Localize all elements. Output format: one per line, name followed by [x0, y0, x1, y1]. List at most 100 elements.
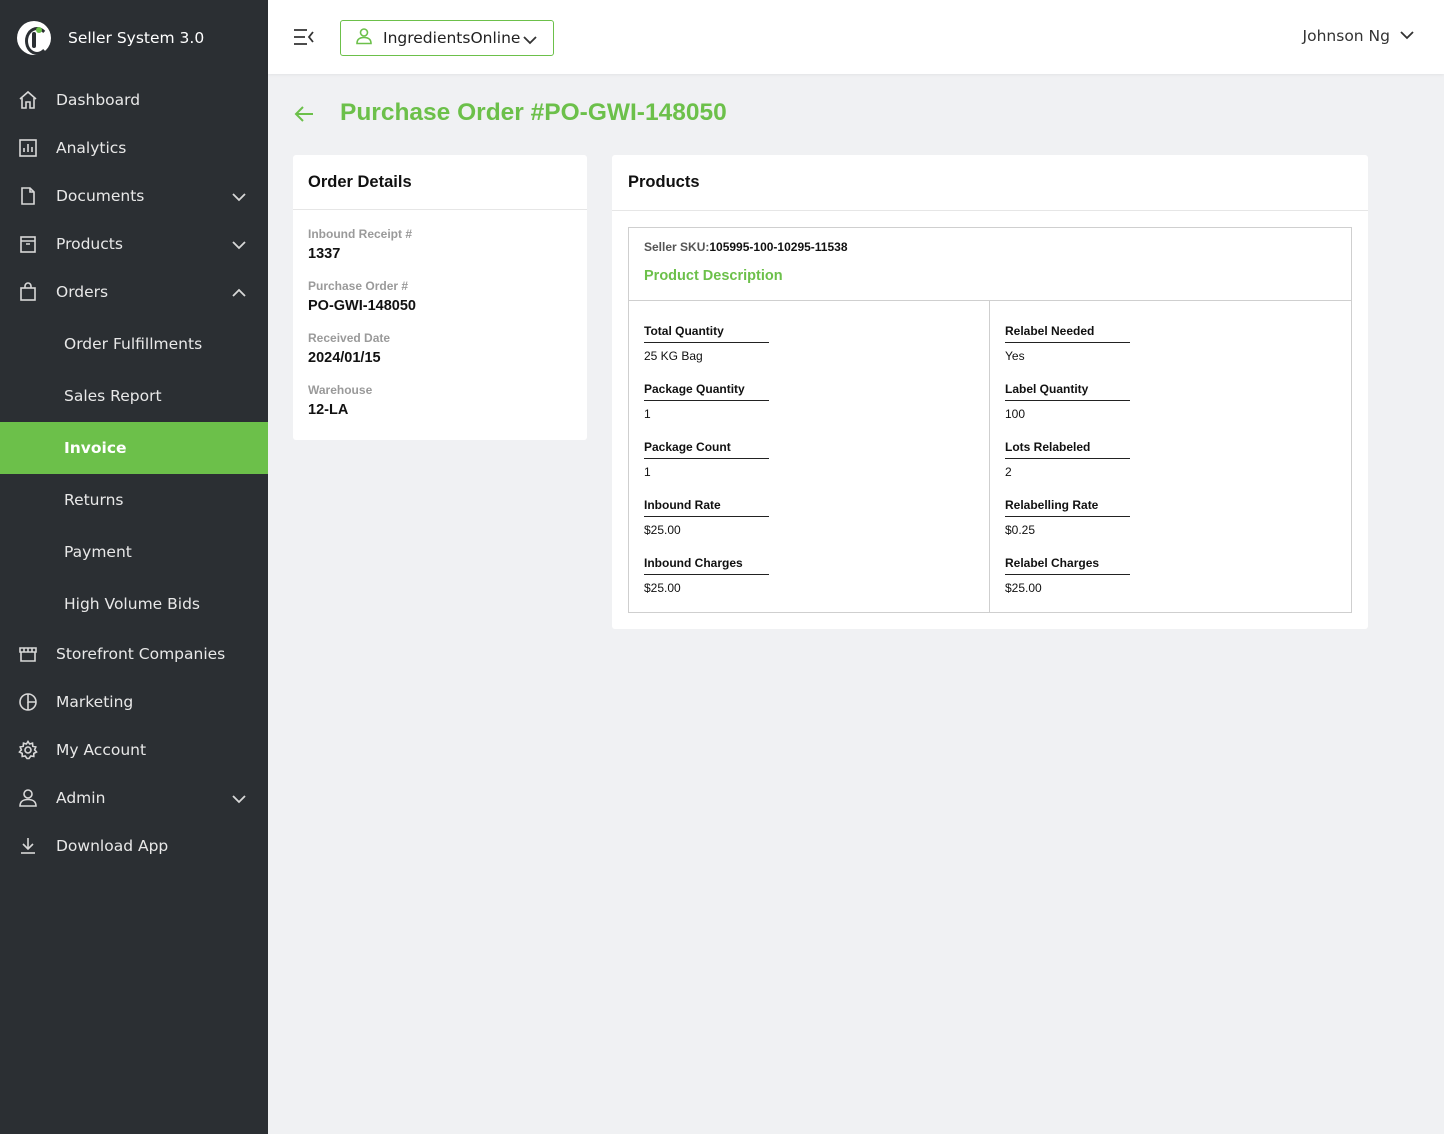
sidebar-item-analytics[interactable]: Analytics [0, 124, 268, 172]
field-label: Received Date [308, 331, 391, 345]
field-value: 12-LA [308, 402, 349, 418]
sidebar-item-label: Payment [64, 543, 132, 561]
sidebar-item-storefront-companies[interactable]: Storefront Companies [0, 630, 268, 678]
sidebar-item-returns[interactable]: Returns [0, 474, 268, 526]
field-value: 25 KG Bag [644, 349, 703, 363]
card-header: Order Details [293, 155, 587, 210]
order-field-inbound-receipt: Inbound Receipt # 1337 [293, 227, 587, 262]
sidebar-item-label: Marketing [56, 693, 134, 711]
chevron-down-icon [232, 237, 246, 255]
card-header: Products [612, 155, 1368, 211]
field-label: Inbound Receipt # [308, 227, 413, 241]
gear-icon [17, 739, 39, 761]
sidebar-item-order-fulfillments[interactable]: Order Fulfillments [0, 318, 268, 370]
field-value: 100 [1005, 407, 1026, 421]
product-field: Package Quantity 1 [644, 380, 989, 438]
product-field: Package Count 1 [644, 438, 989, 496]
sidebar-item-label: Documents [56, 187, 145, 205]
field-label: Inbound Charges [644, 556, 769, 575]
user-name: Johnson Ng [1302, 27, 1390, 45]
order-field-warehouse: Warehouse 12-LA [293, 383, 587, 418]
sidebar-item-documents[interactable]: Documents [0, 172, 268, 220]
field-value: $0.25 [1005, 523, 1036, 537]
sidebar-item-high-volume-bids[interactable]: High Volume Bids [0, 578, 268, 630]
field-label: Relabelling Rate [1005, 498, 1130, 517]
home-icon [17, 89, 39, 111]
bag-icon [17, 281, 39, 303]
product-field: Label Quantity 100 [1005, 380, 1351, 438]
menu-collapse-icon[interactable] [293, 28, 315, 46]
user-icon [17, 787, 39, 809]
product-field: Inbound Charges $25.00 [644, 554, 989, 612]
sidebar-item-admin[interactable]: Admin [0, 774, 268, 822]
box-icon [17, 233, 39, 255]
field-value: 2 [1005, 465, 1012, 479]
sidebar-item-sales-report[interactable]: Sales Report [0, 370, 268, 422]
sidebar-item-label: Order Fulfillments [64, 335, 203, 353]
chevron-up-icon [232, 285, 246, 303]
field-label: Relabel Needed [1005, 324, 1130, 343]
product-fields-right: Relabel Needed Yes Label Quantity 100 Lo… [990, 301, 1351, 612]
product-field: Lots Relabeled 2 [1005, 438, 1351, 496]
sidebar-item-invoice[interactable]: Invoice [0, 422, 268, 474]
sidebar-item-label: Storefront Companies [56, 645, 226, 663]
chevron-down-icon [232, 791, 246, 809]
field-value: 1337 [308, 246, 341, 262]
field-value: PO-GWI-148050 [308, 298, 416, 314]
field-value: $25.00 [1005, 581, 1042, 595]
sku-label: Seller SKU: [644, 240, 710, 254]
sidebar-item-my-account[interactable]: My Account [0, 726, 268, 774]
order-details-card: Order Details Inbound Receipt # 1337 Pur… [293, 155, 587, 440]
chevron-down-icon [232, 189, 246, 207]
product-field: Relabel Charges $25.00 [1005, 554, 1351, 612]
field-label: Purchase Order # [308, 279, 409, 293]
seller-sku: Seller SKU:105995-100-10295-11538 [644, 240, 1351, 254]
top-bar: IngredientsOnline Johnson Ng [268, 0, 1444, 74]
sidebar-item-label: Download App [56, 837, 169, 855]
sidebar-item-dashboard[interactable]: Dashboard [0, 76, 268, 124]
sidebar-item-marketing[interactable]: Marketing [0, 678, 268, 726]
store-selector[interactable]: IngredientsOnline [340, 20, 554, 56]
sidebar-item-label: Analytics [56, 139, 127, 157]
sidebar-item-payment[interactable]: Payment [0, 526, 268, 578]
product-field: Relabelling Rate $0.25 [1005, 496, 1351, 554]
analytics-icon [17, 137, 39, 159]
store-selector-label: IngredientsOnline [383, 29, 521, 47]
field-label: Warehouse [308, 383, 373, 397]
sidebar-item-label: Products [56, 235, 123, 253]
sidebar-item-label: Dashboard [56, 91, 141, 109]
field-label: Label Quantity [1005, 382, 1130, 401]
field-value: 1 [644, 407, 651, 421]
product-fields-left: Total Quantity 25 KG Bag Package Quantit… [629, 301, 990, 612]
sidebar-item-label: High Volume Bids [64, 595, 200, 613]
card-title: Order Details [308, 172, 412, 191]
sidebar-item-orders[interactable]: Orders [0, 268, 268, 316]
field-label: Inbound Rate [644, 498, 769, 517]
download-icon [17, 835, 39, 857]
brand[interactable]: Seller System 3.0 [0, 0, 268, 76]
user-icon [355, 27, 373, 50]
sidebar: Seller System 3.0 Dashboard Analytics Do… [0, 0, 268, 1134]
app-title: Seller System 3.0 [68, 29, 205, 47]
back-arrow-icon[interactable] [293, 104, 315, 124]
product-field: Inbound Rate $25.00 [644, 496, 989, 554]
sidebar-item-label: Sales Report [64, 387, 162, 405]
sidebar-item-download-app[interactable]: Download App [0, 822, 268, 870]
sidebar-item-label: Invoice [64, 439, 127, 457]
user-menu[interactable]: Johnson Ng [1303, 27, 1414, 45]
product-item: Seller SKU:105995-100-10295-11538 Produc… [628, 227, 1352, 613]
storefront-icon [17, 643, 39, 665]
product-description-link[interactable]: Product Description [644, 268, 1351, 284]
field-label: Package Quantity [644, 382, 769, 401]
sidebar-item-products[interactable]: Products [0, 220, 268, 268]
product-header: Seller SKU:105995-100-10295-11538 Produc… [629, 228, 1351, 301]
document-icon [17, 185, 39, 207]
field-value: 1 [644, 465, 651, 479]
chevron-down-icon [523, 32, 537, 50]
product-field: Relabel Needed Yes [1005, 322, 1351, 380]
field-label: Relabel Charges [1005, 556, 1130, 575]
field-value: 2024/01/15 [308, 350, 381, 366]
card-title: Products [628, 173, 700, 191]
sidebar-item-label: My Account [56, 741, 147, 759]
products-card: Products Seller SKU:105995-100-10295-115… [612, 155, 1368, 629]
